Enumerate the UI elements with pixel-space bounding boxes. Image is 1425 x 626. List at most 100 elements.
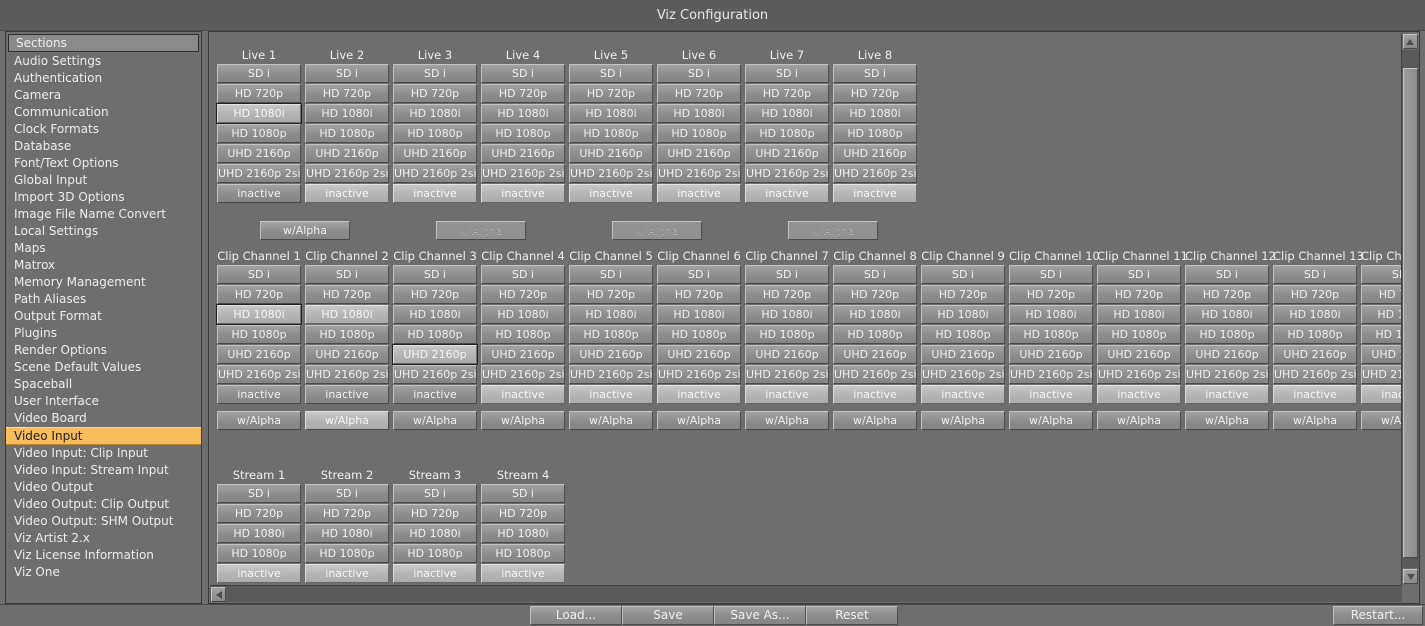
with-alpha-button[interactable]: w/Alpha <box>217 411 301 430</box>
format-button-hd-720p[interactable]: HD 720p <box>1009 285 1093 304</box>
format-button-hd-720p[interactable]: HD 720p <box>393 285 477 304</box>
format-button-uhd-2160p-2si[interactable]: UHD 2160p 2si <box>833 365 917 384</box>
format-button-uhd-2160p-2si[interactable]: UHD 2160p 2si <box>1185 365 1269 384</box>
with-alpha-button[interactable]: w/Alpha <box>745 411 829 430</box>
format-button-inactive[interactable]: inactive <box>1097 385 1181 404</box>
format-button-inactive[interactable]: inactive <box>1361 385 1401 404</box>
format-button-sd-i[interactable]: SD i <box>393 64 477 83</box>
sidebar-item-local-settings[interactable]: Local Settings <box>6 223 201 240</box>
save-button[interactable]: Save <box>622 606 714 625</box>
format-button-uhd-2160p-2si[interactable]: UHD 2160p 2si <box>921 365 1005 384</box>
format-button-hd-1080p[interactable]: HD 1080p <box>393 325 477 344</box>
sidebar-item-plugins[interactable]: Plugins <box>6 325 201 342</box>
sidebar-item-video-input-stream-input[interactable]: Video Input: Stream Input <box>6 462 201 479</box>
sidebar-item-font-text-options[interactable]: Font/Text Options <box>6 155 201 172</box>
format-button-uhd-2160p-2si[interactable]: UHD 2160p 2si <box>1009 365 1093 384</box>
format-button-uhd-2160p-2si[interactable]: UHD 2160p 2si <box>657 164 741 183</box>
format-button-hd-1080p[interactable]: HD 1080p <box>1185 325 1269 344</box>
with-alpha-button[interactable]: w/Alpha <box>481 411 565 430</box>
format-button-hd-1080i[interactable]: HD 1080i <box>569 104 653 123</box>
format-button-uhd-2160p[interactable]: UHD 2160p <box>1097 345 1181 364</box>
format-button-inactive[interactable]: inactive <box>305 564 389 583</box>
format-button-sd-i[interactable]: SD i <box>305 265 389 284</box>
vertical-scroll-thumb[interactable] <box>1403 68 1418 558</box>
format-button-inactive[interactable]: inactive <box>217 184 301 203</box>
format-button-hd-1080p[interactable]: HD 1080p <box>833 325 917 344</box>
format-button-sd-i[interactable]: SD i <box>657 64 741 83</box>
format-button-hd-720p[interactable]: HD 720p <box>1273 285 1357 304</box>
format-button-sd-i[interactable]: SD i <box>481 265 565 284</box>
format-button-hd-720p[interactable]: HD 720p <box>217 84 301 103</box>
format-button-uhd-2160p-2si[interactable]: UHD 2160p 2si <box>833 164 917 183</box>
sidebar-item-database[interactable]: Database <box>6 138 201 155</box>
format-button-hd-1080i[interactable]: HD 1080i <box>216 304 302 325</box>
format-button-sd-i[interactable]: SD i <box>569 64 653 83</box>
format-button-hd-1080p[interactable]: HD 1080p <box>657 124 741 143</box>
format-button-hd-1080i[interactable]: HD 1080i <box>1185 305 1269 324</box>
format-button-inactive[interactable]: inactive <box>217 385 301 404</box>
format-button-hd-720p[interactable]: HD 720p <box>217 285 301 304</box>
format-button-inactive[interactable]: inactive <box>657 385 741 404</box>
with-alpha-button[interactable]: w/Alpha <box>569 411 653 430</box>
sidebar-item-viz-one[interactable]: Viz One <box>6 564 201 581</box>
format-button-hd-720p[interactable]: HD 720p <box>217 504 301 523</box>
format-button-uhd-2160p-2si[interactable]: UHD 2160p 2si <box>481 365 565 384</box>
format-button-hd-720p[interactable]: HD 720p <box>921 285 1005 304</box>
format-button-hd-720p[interactable]: HD 720p <box>305 84 389 103</box>
format-button-uhd-2160p[interactable]: UHD 2160p <box>1273 345 1357 364</box>
format-button-uhd-2160p-2si[interactable]: UHD 2160p 2si <box>393 365 477 384</box>
format-button-inactive[interactable]: inactive <box>481 184 565 203</box>
format-button-uhd-2160p-2si[interactable]: UHD 2160p 2si <box>217 365 301 384</box>
format-button-uhd-2160p[interactable]: UHD 2160p <box>921 345 1005 364</box>
format-button-hd-1080p[interactable]: HD 1080p <box>305 124 389 143</box>
format-button-sd-i[interactable]: SD i <box>305 484 389 503</box>
format-button-uhd-2160p[interactable]: UHD 2160p <box>393 144 477 163</box>
format-button-inactive[interactable]: inactive <box>833 184 917 203</box>
format-button-uhd-2160p-2si[interactable]: UHD 2160p 2si <box>745 164 829 183</box>
format-button-sd-i[interactable]: SD i <box>1009 265 1093 284</box>
reset-button[interactable]: Reset <box>806 606 898 625</box>
sidebar-item-viz-license-information[interactable]: Viz License Information <box>6 547 201 564</box>
format-button-uhd-2160p[interactable]: UHD 2160p <box>1009 345 1093 364</box>
format-button-hd-720p[interactable]: HD 720p <box>657 84 741 103</box>
format-button-hd-1080i[interactable]: HD 1080i <box>216 103 302 124</box>
format-button-sd-i[interactable]: SD i <box>217 265 301 284</box>
sidebar-item-video-input[interactable]: Video Input <box>6 427 201 445</box>
format-button-hd-1080i[interactable]: HD 1080i <box>393 524 477 543</box>
format-button-hd-720p[interactable]: HD 720p <box>833 84 917 103</box>
sidebar-item-matrox[interactable]: Matrox <box>6 257 201 274</box>
format-button-hd-720p[interactable]: HD 720p <box>745 84 829 103</box>
save-as-button[interactable]: Save As... <box>714 606 806 625</box>
sidebar-item-image-file-name-convert[interactable]: Image File Name Convert <box>6 206 201 223</box>
format-button-inactive[interactable]: inactive <box>305 184 389 203</box>
format-button-sd-i[interactable]: SD i <box>393 265 477 284</box>
scroll-down-arrow-icon[interactable] <box>1403 569 1418 584</box>
format-button-sd-i[interactable]: SD i <box>745 265 829 284</box>
sidebar-item-video-output[interactable]: Video Output <box>6 479 201 496</box>
format-button-hd-1080i[interactable]: HD 1080i <box>393 104 477 123</box>
format-button-hd-1080i[interactable]: HD 1080i <box>833 305 917 324</box>
format-button-hd-1080i[interactable]: HD 1080i <box>745 104 829 123</box>
format-button-uhd-2160p[interactable]: UHD 2160p <box>833 144 917 163</box>
format-button-inactive[interactable]: inactive <box>217 564 301 583</box>
format-button-hd-720p[interactable]: HD 720p <box>833 285 917 304</box>
format-button-hd-1080p[interactable]: HD 1080p <box>305 544 389 563</box>
format-button-hd-1080p[interactable]: HD 1080p <box>481 124 565 143</box>
format-button-sd-i[interactable]: SD i <box>921 265 1005 284</box>
format-button-hd-720p[interactable]: HD 720p <box>305 285 389 304</box>
format-button-hd-1080i[interactable]: HD 1080i <box>745 305 829 324</box>
format-button-uhd-2160p[interactable]: UHD 2160p <box>305 144 389 163</box>
vertical-scroll-track[interactable] <box>1402 50 1419 568</box>
format-button-uhd-2160p-2si[interactable]: UHD 2160p 2si <box>1361 365 1401 384</box>
vertical-scrollbar[interactable] <box>1401 33 1419 585</box>
format-button-hd-1080i[interactable]: HD 1080i <box>393 305 477 324</box>
format-button-sd-i[interactable]: SD i <box>217 64 301 83</box>
format-button-inactive[interactable]: inactive <box>393 564 477 583</box>
format-button-hd-720p[interactable]: HD 720p <box>393 504 477 523</box>
format-button-uhd-2160p[interactable]: UHD 2160p <box>569 345 653 364</box>
format-button-sd-i[interactable]: SD i <box>745 64 829 83</box>
format-button-inactive[interactable]: inactive <box>833 385 917 404</box>
with-alpha-button[interactable]: w/Alpha <box>833 411 917 430</box>
with-alpha-button[interactable]: w/Alpha <box>1009 411 1093 430</box>
format-button-hd-720p[interactable]: HD 720p <box>481 285 565 304</box>
